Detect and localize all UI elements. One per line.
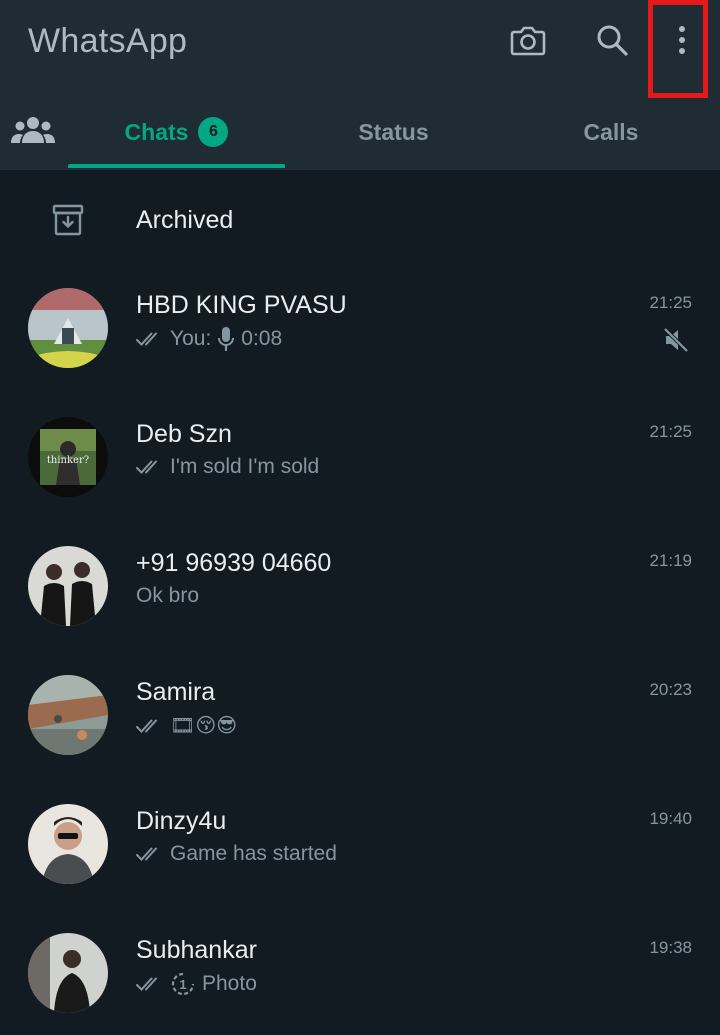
camera-icon bbox=[510, 26, 546, 56]
avatar-text: thinker? bbox=[47, 455, 89, 466]
avatar[interactable] bbox=[28, 675, 108, 755]
chat-time: 21:19 bbox=[649, 551, 692, 570]
tab-communities[interactable] bbox=[8, 108, 58, 152]
chat-name: Deb Szn bbox=[136, 420, 232, 448]
tab-bar: Chats 6 Status Calls bbox=[0, 98, 720, 170]
chat-name: HBD KING PVASU bbox=[136, 291, 347, 319]
avatar[interactable] bbox=[28, 804, 108, 884]
tab-calls[interactable]: Calls bbox=[502, 98, 720, 166]
highlight-box bbox=[648, 0, 708, 98]
avatar-image: thinker? bbox=[28, 417, 108, 497]
tab-status-label: Status bbox=[358, 118, 429, 145]
avatar-image bbox=[28, 804, 108, 884]
active-tab-indicator bbox=[68, 164, 285, 168]
archived-label: Archived bbox=[136, 206, 234, 234]
chat-row[interactable]: Dinzy4u Game has started 19:40 bbox=[0, 778, 720, 906]
preview-text: I'm sold I'm sold bbox=[170, 455, 320, 478]
avatar[interactable]: thinker? bbox=[28, 417, 108, 497]
avatar[interactable] bbox=[28, 288, 108, 368]
chat-preview: You: 0:08 bbox=[136, 326, 282, 352]
top-app-bar: WhatsApp Chats 6 Status Calls bbox=[0, 0, 720, 170]
search-icon bbox=[597, 25, 628, 56]
chat-row[interactable]: Subhankar 1 Photo 19:38 bbox=[0, 907, 720, 1035]
chat-row[interactable]: HBD KING PVASU You: 0:08 21:25 bbox=[0, 262, 720, 390]
preview-prefix: You: bbox=[170, 327, 212, 350]
chat-time: 19:40 bbox=[649, 809, 692, 828]
chat-time: 20:23 bbox=[649, 680, 692, 699]
muted-icon bbox=[663, 327, 689, 353]
tab-chats[interactable]: Chats 6 bbox=[68, 98, 285, 166]
chat-preview: 1 Photo bbox=[136, 971, 257, 997]
search-button[interactable] bbox=[590, 18, 634, 62]
avatar-image bbox=[28, 675, 108, 755]
view-once-icon: 1 bbox=[171, 972, 195, 996]
avatar[interactable] bbox=[28, 546, 108, 626]
chat-time: 21:25 bbox=[649, 422, 692, 441]
preview-text: Game has started bbox=[170, 842, 337, 865]
unread-badge: 6 bbox=[198, 117, 229, 147]
chat-preview: 🎞😚😎 bbox=[136, 713, 237, 738]
archived-row[interactable]: Archived bbox=[0, 178, 720, 262]
chat-row[interactable]: thinker? Deb Szn I'm sold I'm sold 21:25 bbox=[0, 391, 720, 519]
double-tick-icon bbox=[136, 459, 164, 475]
tab-calls-label: Calls bbox=[583, 118, 639, 145]
double-tick-icon bbox=[136, 718, 164, 734]
preview-emoji: 🎞😚😎 bbox=[170, 715, 238, 737]
chat-name: Subhankar bbox=[136, 936, 257, 964]
avatar-image bbox=[28, 288, 108, 368]
double-tick-icon bbox=[136, 331, 164, 347]
preview-text: Ok bro bbox=[136, 584, 200, 607]
chat-time: 19:38 bbox=[649, 938, 692, 957]
microphone-icon bbox=[218, 327, 235, 351]
app-title: WhatsApp bbox=[28, 22, 188, 60]
chat-row[interactable]: Samira 🎞😚😎 20:23 bbox=[0, 649, 720, 777]
avatar[interactable] bbox=[28, 933, 108, 1013]
double-tick-icon bbox=[136, 846, 164, 862]
chat-name: +91 96939 04660 bbox=[136, 549, 332, 577]
avatar-image bbox=[28, 933, 108, 1013]
chat-row[interactable]: +91 96939 04660 Ok bro 21:19 bbox=[0, 520, 720, 648]
chat-name: Dinzy4u bbox=[136, 807, 227, 835]
preview-text: 0:08 bbox=[241, 327, 283, 350]
chat-preview: Ok bro bbox=[136, 584, 199, 608]
preview-text: Photo bbox=[202, 972, 257, 995]
community-icon bbox=[11, 117, 55, 143]
double-tick-icon bbox=[136, 976, 164, 992]
chat-preview: I'm sold I'm sold bbox=[136, 455, 319, 479]
camera-button[interactable] bbox=[506, 18, 550, 62]
view-once-count: 1 bbox=[179, 977, 186, 992]
tab-chats-label: Chats bbox=[124, 118, 189, 145]
chat-name: Samira bbox=[136, 678, 216, 706]
avatar-image bbox=[28, 546, 108, 626]
chat-preview: Game has started bbox=[136, 842, 337, 866]
archive-icon bbox=[52, 204, 84, 236]
chat-time: 21:25 bbox=[649, 293, 692, 312]
tab-status[interactable]: Status bbox=[285, 98, 502, 166]
